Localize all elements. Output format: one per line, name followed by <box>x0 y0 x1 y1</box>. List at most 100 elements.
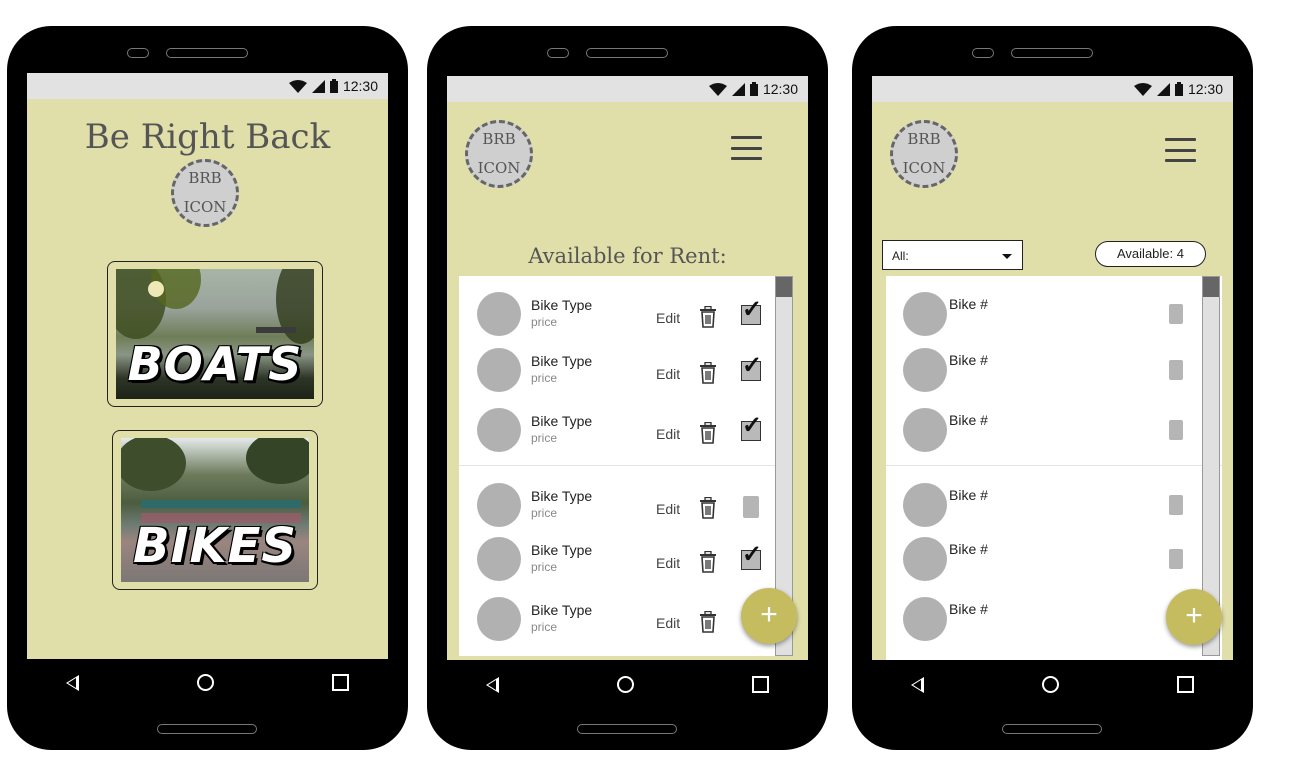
add-button[interactable]: + <box>741 588 797 644</box>
item-avatar <box>903 483 947 527</box>
scrollbar-thumb[interactable] <box>1203 277 1219 297</box>
logo-line2: ICON <box>902 159 946 177</box>
recents-icon[interactable] <box>332 674 349 691</box>
rent-list: Bike Type price Edit ✓ Bike Type price Edit ✓ Bi… <box>459 276 793 656</box>
status-bar: 12:30 <box>447 76 808 102</box>
wifi-icon <box>288 79 307 93</box>
bikes-label: BIKES <box>133 518 297 574</box>
checkbox-icon[interactable]: ✓ <box>741 543 762 570</box>
status-time: 12:30 <box>762 81 798 97</box>
list-item[interactable]: Bike Type price Edit ✓ <box>459 290 793 340</box>
list-item[interactable]: Bike # <box>886 346 1222 396</box>
trash-icon[interactable] <box>698 496 718 519</box>
bottom-grill <box>1002 724 1102 734</box>
available-count-badge: Available: 4 <box>1095 241 1206 267</box>
status-bar: 12:30 <box>872 76 1233 102</box>
bottom-grill <box>577 724 677 734</box>
brb-logo[interactable]: BRB ICON <box>171 159 239 227</box>
item-avatar <box>903 408 947 452</box>
item-title: Bike # <box>949 412 988 428</box>
item-avatar <box>903 537 947 581</box>
list-item[interactable]: Bike # <box>886 481 1222 531</box>
item-avatar <box>477 348 521 392</box>
logo-line2: ICON <box>477 159 521 177</box>
nav-bar <box>7 674 408 691</box>
wifi-icon <box>1133 82 1152 96</box>
status-toggle[interactable] <box>1169 549 1183 569</box>
item-title: Bike # <box>949 541 988 557</box>
item-price: price <box>531 431 558 445</box>
item-avatar <box>477 597 521 641</box>
home-icon[interactable] <box>617 676 634 693</box>
brb-logo[interactable]: BRB ICON <box>890 120 958 188</box>
checkbox-icon[interactable]: ✓ <box>741 298 762 325</box>
phone-3: 12:30 BRB ICON All: Available: 4 Bike # B… <box>852 26 1253 750</box>
item-title: Bike Type <box>531 297 593 313</box>
brb-logo[interactable]: BRB ICON <box>465 120 533 188</box>
app-title: Be Right Back <box>84 117 331 157</box>
phone-2: 12:30 BRB ICON Available for Rent: Bike … <box>427 26 828 750</box>
hamburger-menu-icon[interactable] <box>1165 138 1196 162</box>
edit-button[interactable]: Edit <box>656 426 680 442</box>
logo-line2: ICON <box>183 198 227 216</box>
bottom-grill <box>157 724 257 734</box>
bikes-tile[interactable]: BIKES <box>112 430 318 590</box>
list-item[interactable]: Bike # <box>886 406 1222 456</box>
status-time: 12:30 <box>342 78 378 94</box>
item-title: Bike Type <box>531 353 593 369</box>
status-toggle[interactable] <box>1169 360 1183 380</box>
status-toggle[interactable] <box>1169 304 1183 324</box>
screen-rent-list: 12:30 BRB ICON Available for Rent: Bike … <box>447 76 808 660</box>
back-icon[interactable] <box>911 676 924 693</box>
checkbox-icon[interactable]: ✓ <box>741 354 762 381</box>
list-item[interactable]: Bike # <box>886 290 1222 340</box>
status-toggle[interactable] <box>1169 495 1183 515</box>
list-item[interactable]: Bike Type price Edit ✓ <box>459 535 793 585</box>
edit-button[interactable]: Edit <box>656 310 680 326</box>
back-icon[interactable] <box>486 676 499 693</box>
list-item[interactable]: Bike Type price Edit <box>459 481 793 531</box>
hamburger-menu-icon[interactable] <box>731 136 762 160</box>
trash-icon[interactable] <box>698 305 718 328</box>
edit-button[interactable]: Edit <box>656 366 680 382</box>
edit-button[interactable]: Edit <box>656 615 680 631</box>
filter-dropdown[interactable]: All: <box>882 240 1023 270</box>
home-icon[interactable] <box>197 674 214 691</box>
item-avatar <box>477 537 521 581</box>
item-title: Bike Type <box>531 488 593 504</box>
list-item[interactable]: Bike # <box>886 535 1222 585</box>
trash-icon[interactable] <box>698 361 718 384</box>
item-price: price <box>531 560 558 574</box>
add-button[interactable]: + <box>1166 589 1222 645</box>
trash-icon[interactable] <box>698 421 718 444</box>
list-item[interactable]: Bike Type price Edit ✓ <box>459 406 793 456</box>
signal-icon <box>1156 82 1170 96</box>
recents-icon[interactable] <box>1177 676 1194 693</box>
home-icon[interactable] <box>1042 676 1059 693</box>
checkbox-icon[interactable]: ✓ <box>741 414 762 441</box>
item-avatar <box>903 597 947 641</box>
list-item[interactable]: Bike Type price Edit ✓ <box>459 346 793 396</box>
edit-button[interactable]: Edit <box>656 555 680 571</box>
battery-icon <box>329 79 338 93</box>
phone-1: 12:30 Be Right Back BRB ICON BOATS BIKES <box>7 26 408 750</box>
speaker-grill <box>586 48 668 58</box>
screen-home: 12:30 Be Right Back BRB ICON BOATS BIKES <box>27 73 388 659</box>
recents-icon[interactable] <box>752 676 769 693</box>
camera <box>972 48 994 58</box>
trash-icon[interactable] <box>698 550 718 573</box>
scrollbar-thumb[interactable] <box>776 277 792 297</box>
back-icon[interactable] <box>66 674 79 691</box>
list-divider <box>459 465 793 466</box>
item-avatar <box>477 292 521 336</box>
trash-icon[interactable] <box>698 610 718 633</box>
edit-button[interactable]: Edit <box>656 501 680 517</box>
item-title: Bike Type <box>531 542 593 558</box>
item-avatar <box>903 292 947 336</box>
status-bar: 12:30 <box>27 73 388 99</box>
checkbox-icon[interactable] <box>743 496 759 518</box>
boats-tile[interactable]: BOATS <box>107 261 323 407</box>
available-heading: Available for Rent: <box>528 244 727 268</box>
item-title: Bike # <box>949 296 988 312</box>
status-toggle[interactable] <box>1169 420 1183 440</box>
